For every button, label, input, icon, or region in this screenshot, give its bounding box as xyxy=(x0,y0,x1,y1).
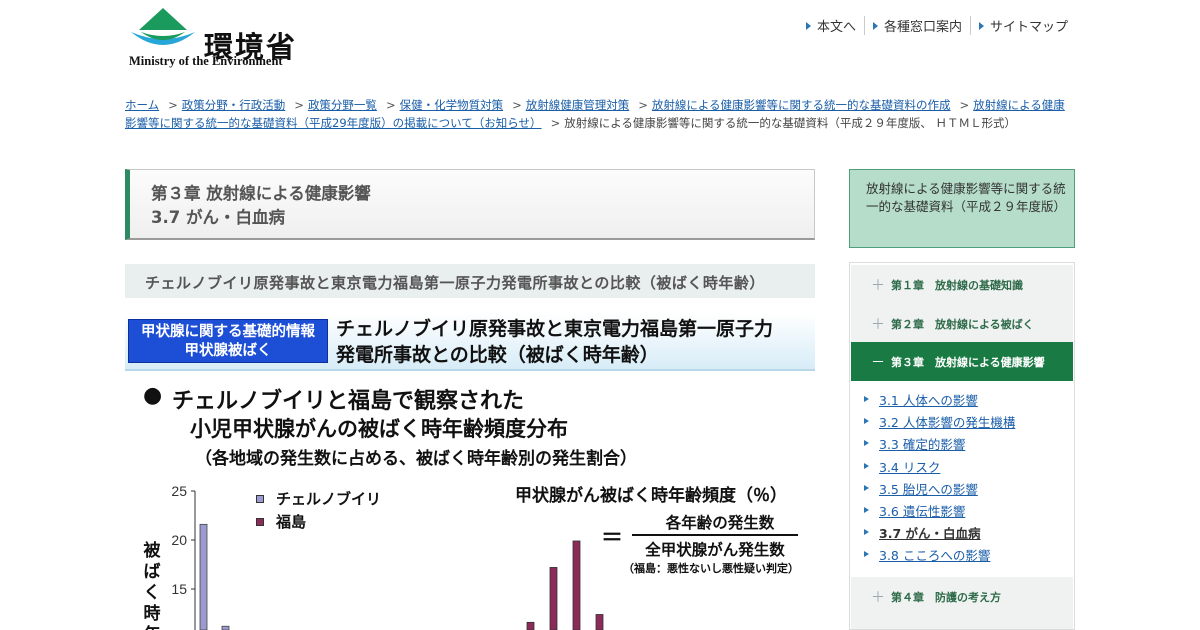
legend-swatch xyxy=(256,494,264,503)
section-title: 3.7 がん・白血病 xyxy=(151,208,285,227)
slide-image: 甲状腺に関する基礎的情報 甲状腺被ばく チェルノブイリ原発事故と東京電力福島第一… xyxy=(125,313,815,630)
formula-note: （福島：悪性ないし悪性疑い判定） xyxy=(623,562,799,575)
sidebar-item-3-1[interactable]: 3.1 人体への影響 xyxy=(864,389,978,409)
arrow-right-icon xyxy=(864,463,869,469)
logo-english-text: Ministry of the Environment xyxy=(129,54,283,68)
legend-item: チェルノブイリ xyxy=(256,487,381,510)
legend-item: 福島 xyxy=(256,510,381,533)
chart-y-axis-label: 被ばく時年 xyxy=(143,541,161,630)
site-logo[interactable]: 環境省 Ministry of the Environment xyxy=(127,8,302,70)
sidebar-item-3-8[interactable]: 3.8 こころへの影響 xyxy=(864,544,990,564)
legend-swatch xyxy=(256,517,264,526)
arrow-right-icon xyxy=(864,529,869,535)
chart-bar-fukushima xyxy=(595,614,604,630)
breadcrumb-link[interactable]: 政策分野一覧 xyxy=(308,98,377,112)
section-subheading: チェルノブイリ原発事故と東京電力福島第一原子力発電所事故との比較（被ばく時年齢） xyxy=(125,264,815,298)
arrow-right-icon xyxy=(805,21,811,30)
plus-icon: ＋ xyxy=(871,316,885,333)
utility-nav: 本文へ 各種窓口案内 サイトマップ xyxy=(798,16,1076,35)
breadcrumb-link[interactable]: 放射線による健康影響等に関する統一的な基礎資料の作成 xyxy=(652,98,951,112)
arrow-right-icon xyxy=(864,396,869,402)
sidebar-menu: ＋第１章 放射線の基礎知識 ＋第２章 放射線による被ばく －第３章 放射線による… xyxy=(849,262,1075,630)
age-frequency-chart: 25 20 15 xyxy=(171,483,604,630)
formula-equals: ＝ xyxy=(601,526,624,551)
breadcrumb: ホーム > 政策分野・行政活動 > 政策分野一覧 > 保健・化学物質対策 > 放射線健康管理対策… xyxy=(125,98,1065,130)
sidebar-item-3-6[interactable]: 3.6 遺伝性影響 xyxy=(864,500,965,520)
formula-fraction-bar xyxy=(632,534,798,536)
formula-numerator: 各年齢の発生数 xyxy=(665,514,775,532)
arrow-right-icon xyxy=(864,551,869,557)
arrow-right-icon xyxy=(864,485,869,491)
breadcrumb-link[interactable]: 保健・化学物質対策 xyxy=(400,98,504,112)
sidebar-item-3-5[interactable]: 3.5 胎児への影響 xyxy=(864,478,978,498)
arrow-right-icon xyxy=(978,21,984,30)
chart-bar-fukushima xyxy=(549,567,558,630)
sidebar-chapter-3[interactable]: －第３章 放射線による健康影響 xyxy=(851,342,1073,381)
formula-title: 甲状腺がん被ばく時年齢頻度（％） xyxy=(515,486,787,506)
plus-icon: ＋ xyxy=(871,589,885,606)
util-link-sitemap[interactable]: サイトマップ xyxy=(969,16,1076,35)
breadcrumb-link[interactable]: 放射線健康管理対策 xyxy=(526,98,630,112)
arrow-right-icon xyxy=(864,440,869,446)
chart-bar-chernobyl xyxy=(221,625,230,630)
sidebar-chapter-2[interactable]: ＋第２章 放射線による被ばく xyxy=(851,304,1073,343)
sidebar-item-3-7[interactable]: 3.7 がん・白血病 xyxy=(864,522,981,542)
breadcrumb-current: 放射線による健康影響等に関する統一的な基礎資料（平成２９年度版、 ＨＴＭＬ形式） xyxy=(564,116,1017,130)
chart-y-tick-label: 15 xyxy=(171,581,187,597)
plus-icon: ＋ xyxy=(871,277,885,294)
sidebar-chapter-4[interactable]: ＋第４章 防護の考え方 xyxy=(851,577,1073,616)
formula-denominator: 全甲状腺がん発生数 xyxy=(645,541,785,559)
sidebar-heading[interactable]: 放射線による健康影響等に関する統一的な基礎資料（平成２９年度版） xyxy=(849,169,1075,248)
breadcrumb-link[interactable]: 政策分野・行政活動 xyxy=(182,98,286,112)
chart-y-tick-label: 20 xyxy=(171,532,187,548)
sidebar-item-3-4[interactable]: 3.4 リスク xyxy=(864,456,940,476)
sidebar-chapter-1[interactable]: ＋第１章 放射線の基礎知識 xyxy=(851,265,1073,304)
arrow-right-icon xyxy=(864,507,869,513)
sidebar-item-3-3[interactable]: 3.3 確定的影響 xyxy=(864,433,965,453)
minus-icon: － xyxy=(871,354,885,371)
chart-bar-fukushima xyxy=(526,621,535,630)
chart-bar-fukushima xyxy=(572,540,581,630)
chapter-title: 第３章 放射線による健康影響 xyxy=(151,184,371,203)
logo-mark-icon xyxy=(131,8,195,45)
page-title: 第３章 放射線による健康影響 3.7 がん・白血病 xyxy=(125,169,815,240)
util-link-contacts[interactable]: 各種窓口案内 xyxy=(863,16,970,35)
chart-bar-chernobyl xyxy=(199,523,208,630)
chart-legend: チェルノブイリ 福島 xyxy=(256,487,381,533)
sidebar-item-3-2[interactable]: 3.2 人体影響の発生機構 xyxy=(864,411,1015,431)
arrow-right-icon xyxy=(872,21,878,30)
chart-y-tick-label: 25 xyxy=(171,483,187,499)
breadcrumb-link-home[interactable]: ホーム xyxy=(125,98,159,112)
util-link-main-content[interactable]: 本文へ xyxy=(798,16,864,35)
arrow-right-icon xyxy=(864,418,869,424)
sidebar-chapter-next[interactable] xyxy=(851,616,1073,629)
